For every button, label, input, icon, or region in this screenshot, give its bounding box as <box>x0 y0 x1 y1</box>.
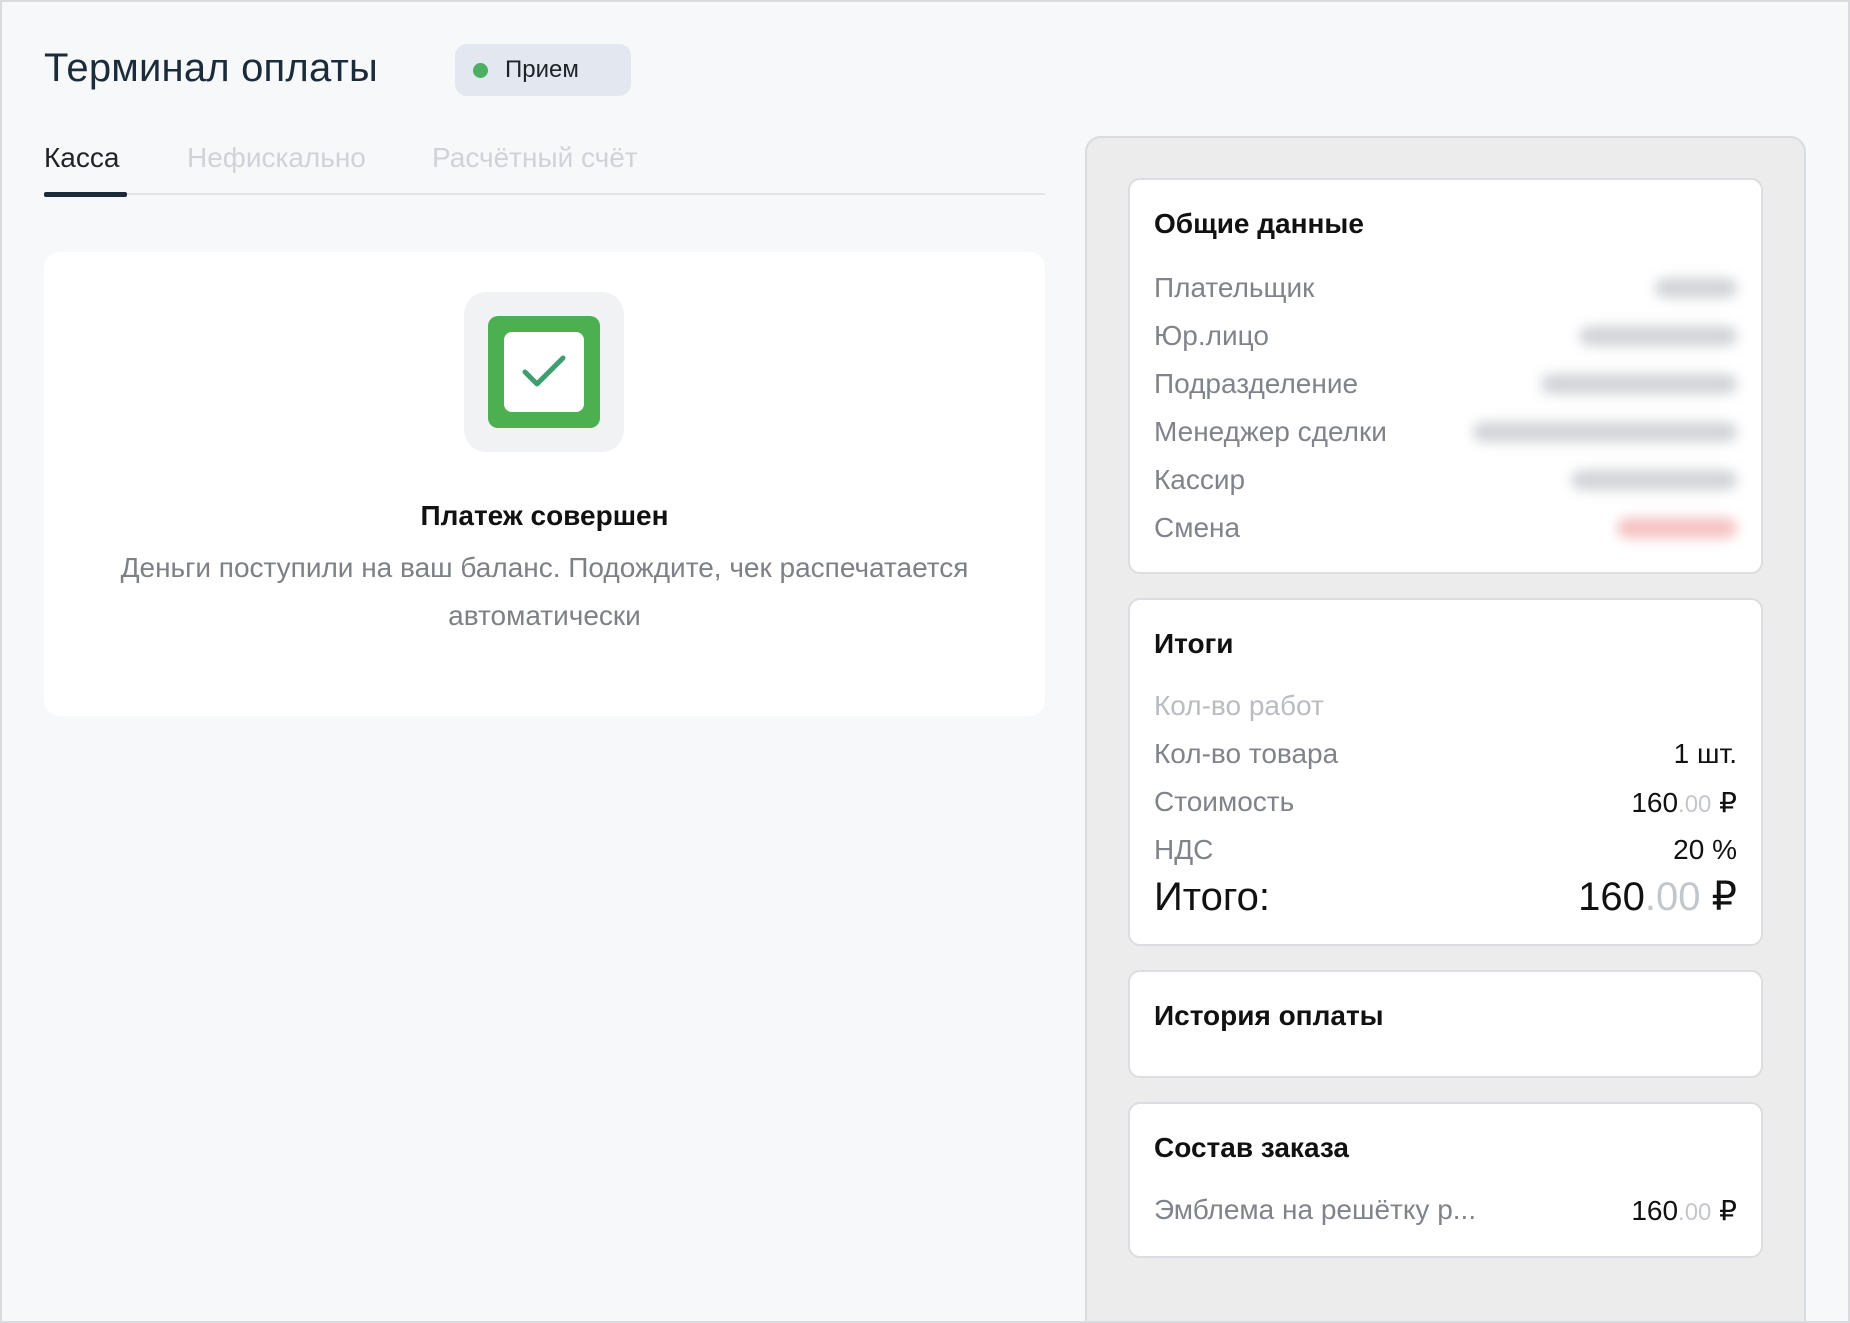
totals-title: Итоги <box>1154 628 1234 659</box>
check-mark-icon <box>522 355 566 387</box>
cost-label: Стоимость <box>1154 786 1295 817</box>
cost-row: Стоимость 160.00 ₽ <box>1154 784 1737 820</box>
legal-entity-row: Юр.лицо <box>1154 318 1737 354</box>
department-value-blurred <box>1541 374 1737 394</box>
payer-value-blurred <box>1655 278 1737 298</box>
goods-count-label: Кол-во товара <box>1154 738 1339 769</box>
cashier-row: Кассир <box>1154 462 1737 498</box>
app-frame: Терминал оплаты Прием Касса Нефискально … <box>0 0 1850 1323</box>
deal-manager-value-blurred <box>1473 422 1737 442</box>
check-icon-inner <box>504 332 584 412</box>
order-item-price: 160.00 ₽ <box>1631 1194 1737 1227</box>
cashier-label: Кассир <box>1154 464 1246 495</box>
payer-row: Плательщик <box>1154 270 1737 306</box>
works-count-row: Кол-во работ <box>1154 688 1737 724</box>
grand-total-currency: ₽ <box>1700 875 1737 919</box>
vat-row: НДС 20 % <box>1154 832 1737 868</box>
page-title: Терминал оплаты <box>44 46 378 90</box>
order-item-decimals: .00 <box>1678 1198 1712 1226</box>
vat-value: 20 % <box>1673 834 1737 865</box>
order-contents-card: Состав заказа Эмблема на решётку р... 16… <box>1128 1102 1763 1258</box>
general-data-title: Общие данные <box>1154 208 1364 239</box>
check-icon <box>488 316 600 428</box>
works-count-label: Кол-во работ <box>1154 690 1324 721</box>
status-badge: Прием <box>455 44 631 96</box>
tab-nonfiscal[interactable]: Нефискально <box>187 142 366 195</box>
payment-success-card: Платеж совершен Деньги поступили на ваш … <box>44 252 1045 716</box>
success-title: Платеж совершен <box>420 500 669 531</box>
order-item-currency: ₽ <box>1711 1194 1737 1226</box>
tab-bar: Касса Нефискально Расчётный счёт <box>44 142 1045 197</box>
payment-history-card[interactable]: История оплаты <box>1128 970 1763 1078</box>
general-data-card: Общие данные Плательщик Юр.лицо Подразде… <box>1128 178 1763 574</box>
grand-total-label: Итого: <box>1154 874 1270 919</box>
grand-total-row: Итого: 160.00 ₽ <box>1154 872 1737 922</box>
deal-manager-row: Менеджер сделки <box>1154 414 1737 450</box>
order-item-name: Эмблема на решётку р... <box>1154 1194 1477 1225</box>
order-item-row[interactable]: Эмблема на решётку р... 160.00 ₽ <box>1154 1192 1737 1228</box>
legal-entity-label: Юр.лицо <box>1154 320 1269 351</box>
totals-card: Итоги Кол-во работ Кол-во товара 1 шт. С… <box>1128 598 1763 946</box>
status-label: Прием <box>505 56 579 83</box>
tab-kassa[interactable]: Касса <box>44 142 127 197</box>
vat-label: НДС <box>1154 834 1214 865</box>
cashier-value-blurred <box>1571 470 1737 490</box>
grand-total-decimals: .00 <box>1644 875 1701 919</box>
status-dot-icon <box>473 62 488 78</box>
cost-currency: ₽ <box>1711 786 1737 818</box>
shift-label: Смена <box>1154 512 1241 543</box>
legal-entity-value-blurred <box>1579 326 1737 346</box>
cost-integer: 160 <box>1631 786 1679 818</box>
department-label: Подразделение <box>1154 368 1359 399</box>
cost-value: 160.00 ₽ <box>1631 786 1737 819</box>
shift-value-blurred <box>1617 518 1737 538</box>
grand-total-value: 160.00 ₽ <box>1578 874 1737 920</box>
order-item-integer: 160 <box>1631 1194 1679 1226</box>
order-summary-panel: Общие данные Плательщик Юр.лицо Подразде… <box>1085 136 1806 1321</box>
success-description: Деньги поступили на ваш баланс. Подождит… <box>120 552 969 631</box>
goods-count-row: Кол-во товара 1 шт. <box>1154 736 1737 772</box>
success-icon-tile <box>464 292 624 452</box>
order-contents-title: Состав заказа <box>1154 1132 1349 1163</box>
payer-label: Плательщик <box>1154 272 1315 303</box>
cost-decimals: .00 <box>1678 790 1712 818</box>
deal-manager-label: Менеджер сделки <box>1154 416 1387 447</box>
tab-settlement-account[interactable]: Расчётный счёт <box>432 142 638 195</box>
shift-row: Смена <box>1154 510 1737 546</box>
payment-history-title: История оплаты <box>1154 1000 1384 1031</box>
grand-total-integer: 160 <box>1578 875 1645 919</box>
goods-count-value: 1 шт. <box>1673 738 1737 769</box>
department-row: Подразделение <box>1154 366 1737 402</box>
